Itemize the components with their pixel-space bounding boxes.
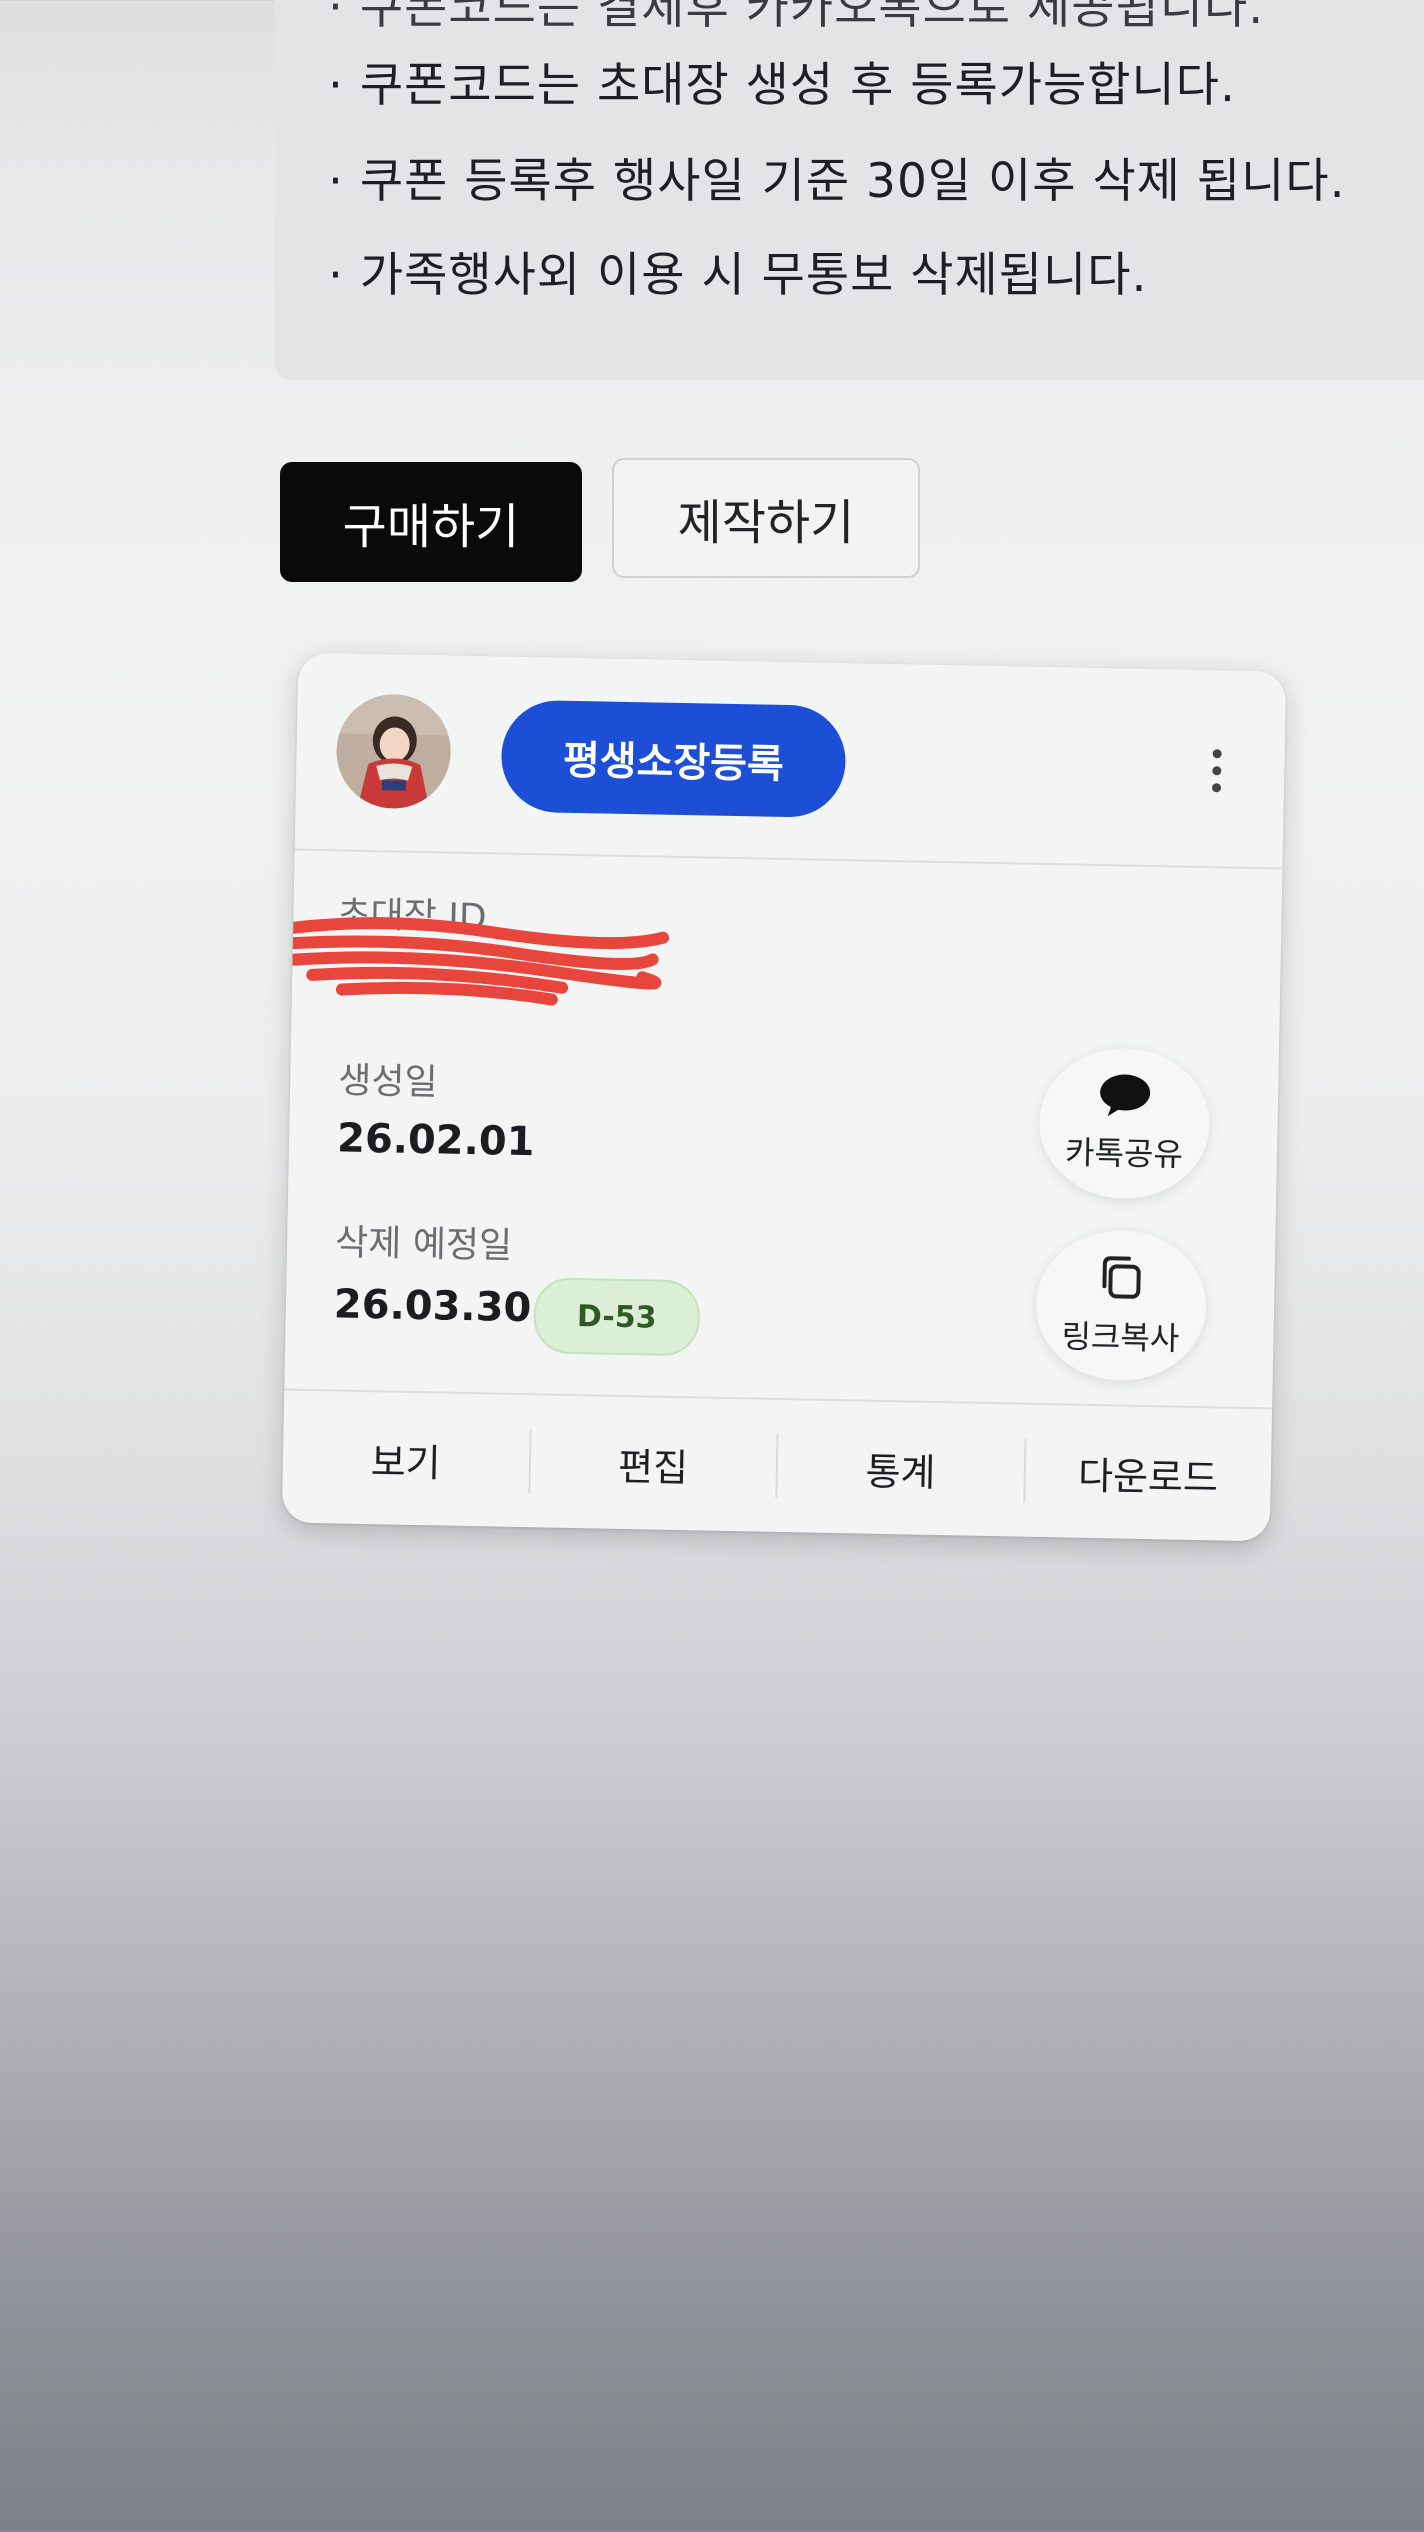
invitation-card: 평생소장등록 초대장 ID 생성일 26.02.01 삭제 예정일 26.03.… — [281, 652, 1287, 1542]
stats-button[interactable]: 통계 — [777, 1400, 1025, 1537]
avatar[interactable] — [335, 693, 452, 810]
kakao-share-label: 카톡공유 — [1064, 1133, 1184, 1174]
lifetime-register-button[interactable]: 평생소장등록 — [500, 699, 847, 819]
expire-date-value: 26.03.30 — [333, 1281, 532, 1332]
created-date-value: 26.02.01 — [336, 1115, 535, 1166]
notice-line: · 쿠폰코드는 결제후 카카오톡으로 제공됩니다. — [328, 0, 1265, 35]
download-button[interactable]: 다운로드 — [1024, 1405, 1272, 1542]
notice-line: · 쿠폰 등록후 행사일 기준 30일 이후 삭제 됩니다. — [328, 154, 1346, 209]
redaction-scribble — [281, 917, 670, 1006]
kakao-share-button[interactable]: 카톡공유 — [1038, 1046, 1211, 1201]
chat-bubble-icon — [1100, 1074, 1151, 1117]
divider — [294, 848, 1283, 870]
avatar-image — [335, 693, 452, 810]
view-button[interactable]: 보기 — [282, 1390, 530, 1527]
card-action-bar: 보기 편집 통계 다운로드 — [282, 1390, 1272, 1541]
notice-line: · 쿠폰코드는 초대장 생성 후 등록가능합니다. — [328, 58, 1236, 113]
make-button[interactable]: 제작하기 — [612, 458, 920, 578]
buy-button[interactable]: 구매하기 — [280, 462, 582, 582]
expire-date-label: 삭제 예정일 — [334, 1222, 513, 1267]
more-vertical-icon[interactable] — [1196, 730, 1238, 811]
copy-icon — [1102, 1256, 1141, 1299]
notice-line: · 가족행사외 이용 시 무통보 삭제됩니다. — [328, 248, 1148, 303]
copy-link-label: 링크복사 — [1061, 1317, 1180, 1358]
edit-button[interactable]: 편집 — [529, 1395, 777, 1532]
dday-badge: D-53 — [533, 1277, 701, 1357]
created-date-label: 생성일 — [337, 1060, 438, 1104]
copy-link-button[interactable]: 링크복사 — [1034, 1228, 1208, 1383]
